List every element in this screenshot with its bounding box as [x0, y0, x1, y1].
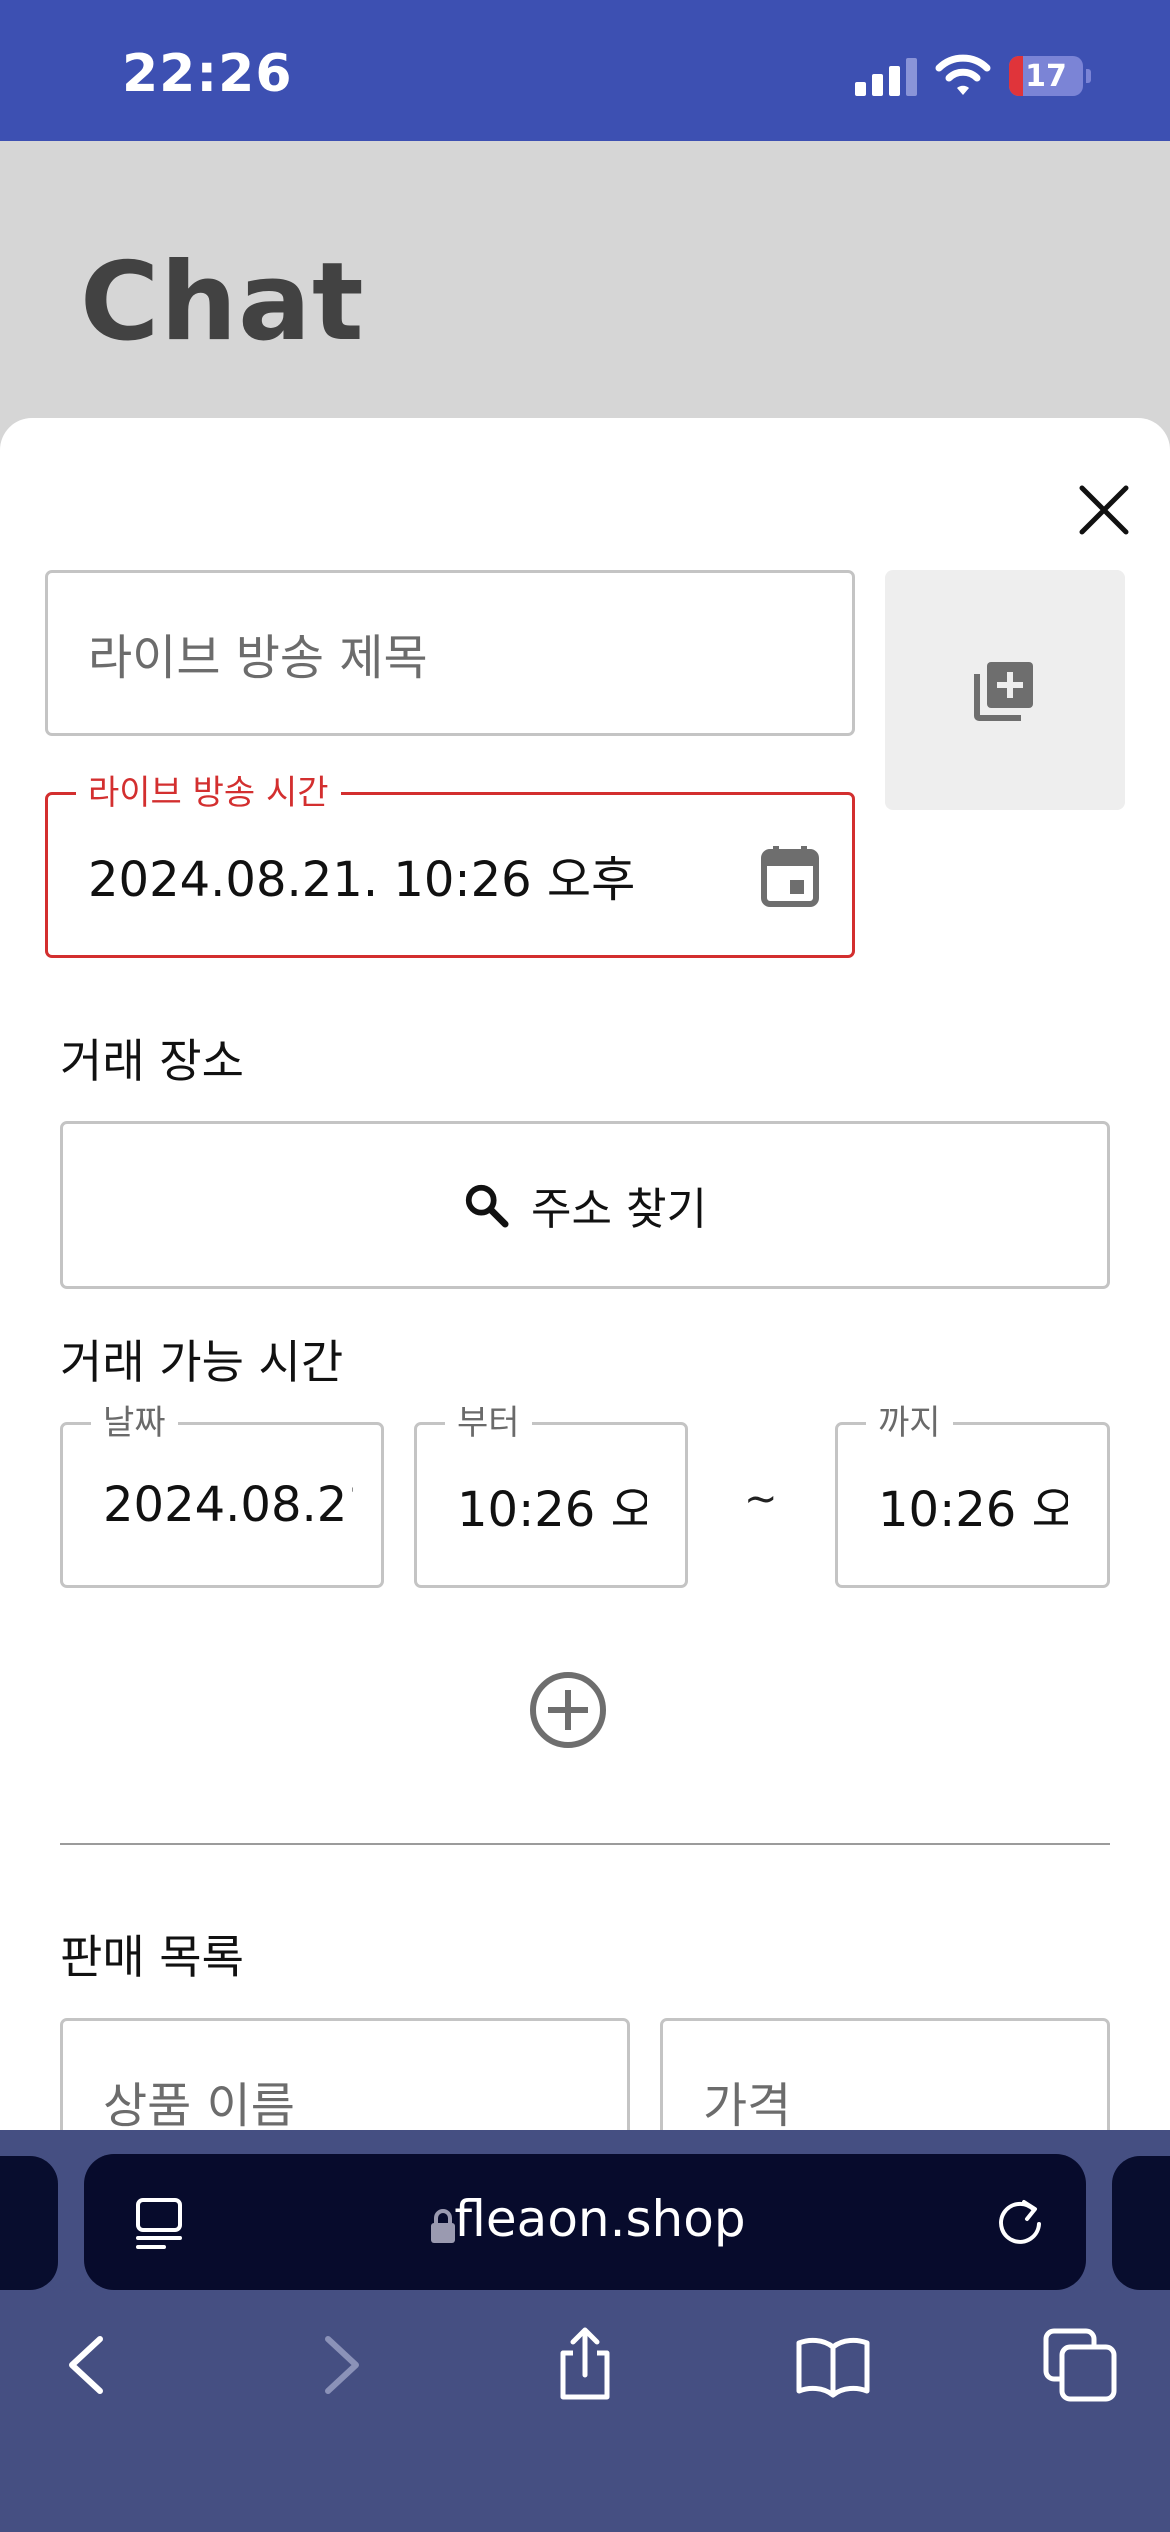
- url-text: fleaon.shop: [454, 2190, 746, 2248]
- address-bar[interactable]: fleaon.shop: [84, 2154, 1086, 2290]
- reload-icon[interactable]: [994, 2196, 1046, 2248]
- date-value: 2024.08.21: [103, 1477, 353, 1533]
- status-time: 22:26: [122, 44, 293, 104]
- bookmarks-icon[interactable]: [793, 2325, 873, 2405]
- add-photo-icon: [974, 662, 1033, 721]
- address-search-label: 주소 찾기: [531, 1184, 707, 1235]
- signal-icon: [855, 58, 917, 96]
- start-time-label: 부터: [445, 1403, 532, 1443]
- tabs-icon[interactable]: [1040, 2325, 1120, 2405]
- available-time-label: 거래 가능 시간: [60, 1335, 344, 1389]
- previous-tab-pill[interactable]: [0, 2156, 58, 2290]
- broadcast-time-label: 라이브 방송 시간: [76, 773, 341, 813]
- live-broadcast-sheet: 라이브 방송 제목 라이브 방송 시간 2024.08.21. 10:26 오후…: [0, 418, 1170, 2130]
- next-tab-pill[interactable]: [1112, 2156, 1170, 2290]
- end-time-label: 까지: [866, 1403, 953, 1443]
- end-time-field[interactable]: 까지 10:26 오후: [835, 1403, 1110, 1588]
- sales-list-label: 판매 목록: [60, 1930, 244, 1984]
- product-name-placeholder: 상품 이름: [103, 2078, 295, 2130]
- add-time-slot-icon[interactable]: [528, 1670, 608, 1750]
- end-time-value: 10:26 오후: [878, 1482, 1068, 1538]
- divider: [60, 1843, 1110, 1845]
- battery-level: 17: [1025, 59, 1067, 94]
- image-upload-button[interactable]: [885, 570, 1125, 810]
- start-time-field[interactable]: 부터 10:26 오후: [414, 1403, 688, 1588]
- status-bar: 22:26 17: [0, 0, 1170, 141]
- broadcast-title-placeholder: 라이브 방송 제목: [88, 630, 428, 686]
- page-title: Chat: [80, 240, 365, 365]
- product-name-input[interactable]: 상품 이름: [60, 2018, 630, 2130]
- search-icon: [465, 1184, 509, 1228]
- address-search-button[interactable]: 주소 찾기: [60, 1121, 1110, 1289]
- broadcast-title-input[interactable]: 라이브 방송 제목: [45, 570, 855, 736]
- wifi-icon: [935, 54, 991, 95]
- date-field[interactable]: 날짜 2024.08.21: [60, 1403, 384, 1588]
- start-time-value: 10:26 오후: [457, 1482, 647, 1538]
- forward-icon[interactable]: [300, 2325, 380, 2405]
- browser-toolbar: fleaon.shop: [0, 2130, 1170, 2532]
- location-label: 거래 장소: [60, 1034, 244, 1088]
- broadcast-time-field[interactable]: 라이브 방송 시간 2024.08.21. 10:26 오후: [45, 773, 855, 958]
- battery-icon: 17: [1009, 56, 1083, 96]
- price-input[interactable]: 가격: [660, 2018, 1110, 2130]
- time-range-separator: ~: [744, 1476, 778, 1522]
- back-icon[interactable]: [48, 2325, 128, 2405]
- broadcast-time-value: 2024.08.21. 10:26 오후: [88, 852, 636, 908]
- share-icon[interactable]: [545, 2325, 625, 2405]
- price-placeholder: 가격: [703, 2078, 792, 2130]
- date-label: 날짜: [91, 1403, 178, 1443]
- close-icon[interactable]: [1072, 478, 1136, 542]
- calendar-icon[interactable]: [760, 844, 820, 908]
